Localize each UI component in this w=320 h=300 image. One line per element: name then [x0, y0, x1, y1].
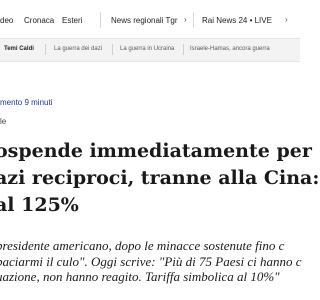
topic-link-ucraina[interactable]: La guerra in Ucraina — [120, 46, 174, 53]
subnav-divider — [45, 44, 46, 55]
headline-line: azi reciproci, tranne alla Cina: — [0, 167, 320, 189]
nav-item-esteri[interactable]: Esteri — [62, 16, 82, 25]
nav-item-news-regionali[interactable]: News regionali Tgr — [111, 16, 178, 25]
article-category[interactable]: le — [0, 117, 6, 126]
subnav-divider-line — [0, 61, 300, 62]
lead-line: uazione, non hanno reagito. Tariffa simb… — [0, 269, 280, 284]
lead-line: presidente americano, dopo le minacce so… — [0, 238, 285, 253]
nav-divider — [193, 12, 194, 28]
subnav-divider — [112, 44, 113, 55]
lead-line: baciarmi il culo". Oggi scrive: "Più di … — [0, 253, 302, 269]
nav-item-video[interactable]: deo — [0, 16, 13, 25]
nav-item-rainews24-live[interactable]: Rai News 24 • LIVE — [202, 16, 272, 25]
nav-divider — [100, 12, 101, 28]
nav-item-cronaca[interactable]: Cronaca — [24, 16, 54, 25]
topic-link-israele-hamas[interactable]: Israele-Hamas, ancora guerra — [190, 46, 270, 53]
reading-time: mento 9 minuti — [0, 98, 53, 107]
subnav-divider — [183, 44, 184, 55]
topic-link-dazi[interactable]: La guerra dei dazi — [54, 46, 102, 53]
chevron-down-icon[interactable]: › — [285, 15, 288, 24]
top-navigation: deo Cronaca Esteri News regionali Tgr › … — [0, 0, 300, 38]
article-headline: ospende immediatamente per azi reciproci… — [0, 138, 320, 219]
article-lead: presidente americano, dopo le minacce so… — [0, 238, 320, 285]
hot-topics-bar: Temi Caldi La guerra dei dazi La guerra … — [0, 39, 300, 61]
headline-line: al 125% — [0, 194, 79, 216]
headline-line: ospende immediatamente per — [0, 140, 312, 162]
chevron-down-icon[interactable]: › — [184, 15, 187, 24]
hot-topics-label: Temi Caldi — [4, 46, 34, 52]
